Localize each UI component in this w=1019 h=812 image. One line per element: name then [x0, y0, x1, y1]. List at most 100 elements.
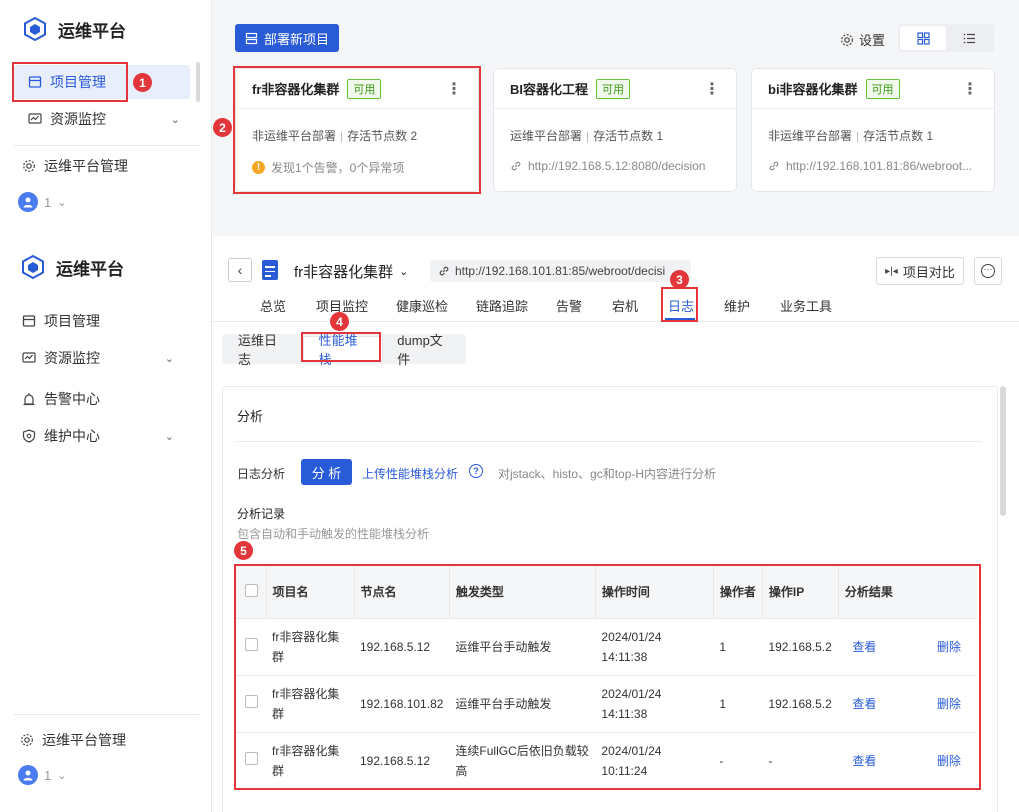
sidebar-item-projects[interactable]: 项目管理 — [8, 304, 184, 338]
tab-alerts[interactable]: 告警 — [556, 296, 582, 315]
project-switcher[interactable]: fr非容器化集群 ⌄ — [294, 261, 408, 282]
view-link[interactable]: 查看 — [852, 754, 876, 768]
cell-project: fr非容器化集群 — [266, 731, 354, 789]
node-count: 存活节点数 1 — [593, 129, 664, 143]
help-icon[interactable]: ? — [469, 464, 483, 478]
cell-operator: 1 — [713, 674, 763, 732]
shield-icon — [22, 429, 36, 443]
cube-logo-icon — [22, 254, 44, 280]
cell-time: 2024/01/24 14:11:38 — [595, 617, 714, 675]
upload-link[interactable]: 上传性能堆栈分析 — [362, 465, 458, 482]
delete-link[interactable]: 删除 — [937, 697, 961, 711]
chevron-down-icon: ⌄ — [399, 266, 409, 278]
sidebar-item-alert-center[interactable]: 告警中心 — [8, 382, 184, 416]
warning-icon: ! — [252, 161, 265, 174]
annotation-badge: 4 — [330, 312, 349, 331]
annotation-badge: 1 — [133, 73, 152, 92]
divider — [14, 145, 199, 146]
tab-health-check[interactable]: 健康巡检 — [396, 296, 448, 315]
card-title: bi非容器化集群 — [768, 82, 858, 97]
row-checkbox[interactable] — [245, 637, 258, 651]
sidebar-item-resource-monitor[interactable]: 资源监控 ⌄ — [8, 341, 184, 375]
section-title: 分析 — [237, 409, 264, 424]
more-icon[interactable]: ⋮ — [962, 79, 978, 99]
select-all-checkbox[interactable] — [245, 583, 258, 597]
sidebar-item-label: 维护中心 — [44, 428, 100, 444]
more-icon[interactable]: ⋮ — [704, 79, 720, 99]
back-button[interactable]: ‹ — [228, 258, 252, 282]
row-checkbox[interactable] — [245, 751, 258, 765]
records-table: 项目名 节点名 触发类型 操作时间 操作者 操作IP 分析结果 fr非容器化集群… — [236, 566, 977, 789]
delete-link[interactable]: 删除 — [937, 640, 961, 654]
node-count: 存活节点数 2 — [347, 129, 418, 143]
view-link[interactable]: 查看 — [852, 697, 876, 711]
gear-icon — [22, 159, 36, 173]
deploy-project-button[interactable]: 部署新项目 — [235, 24, 339, 52]
subtab-ops-log[interactable]: 运维日志 — [222, 333, 303, 367]
col-trigger: 触发类型 — [449, 566, 596, 618]
chevron-down-icon: ⌄ — [164, 430, 174, 443]
list-icon — [28, 75, 42, 89]
more-icon: ··· — [981, 264, 995, 278]
sidebar-item-maintenance-center[interactable]: 维护中心 ⌄ — [8, 419, 184, 453]
annotation-badge: 2 — [213, 118, 232, 137]
list-view-button[interactable] — [946, 26, 992, 50]
sidebar-item-label: 资源监控 — [44, 350, 100, 366]
project-card[interactable]: BI容器化工程 可用 ⋮ 运维平台部署 | 存活节点数 1 http://192.168… — [493, 68, 737, 192]
annotation-badge: 3 — [670, 270, 689, 289]
alert-summary: 发现1个告警，0个异常项 — [271, 161, 405, 175]
user-menu[interactable]: 1 ⌄ — [18, 192, 66, 212]
tab-logs[interactable]: 日志 — [668, 296, 694, 315]
cell-operator: 1 — [713, 617, 763, 675]
card-title: fr非容器化集群 — [252, 82, 340, 97]
subtab-dump-files[interactable]: dump文件 — [383, 333, 466, 367]
more-icon[interactable]: ⋮ — [446, 79, 462, 99]
tab-maintenance[interactable]: 维护 — [724, 296, 750, 315]
active-tab-indicator — [665, 318, 695, 320]
gear-icon — [20, 733, 34, 747]
tab-downtime[interactable]: 宕机 — [612, 296, 638, 315]
project-card[interactable]: fr非容器化集群 可用 ⋮ 非运维平台部署 | 存活节点数 2 ! 发现1个告警，0个异常… — [235, 68, 479, 192]
sidebar-item-platform-admin[interactable]: 运维平台管理 — [8, 149, 184, 183]
cell-node: 192.168.101.82 — [354, 674, 450, 732]
more-button[interactable]: ··· — [974, 257, 1002, 285]
sidebar-item-platform-admin[interactable]: 运维平台管理 — [6, 723, 182, 757]
cell-ip: - — [762, 731, 839, 789]
tab-overview[interactable]: 总览 — [260, 296, 286, 315]
delete-link[interactable]: 删除 — [937, 754, 961, 768]
view-link[interactable]: 查看 — [852, 640, 876, 654]
analyze-label: 分 析 — [311, 465, 342, 481]
project-card[interactable]: bi非容器化集群 可用 ⋮ 非运维平台部署 | 存活节点数 1 http://192.1… — [751, 68, 995, 192]
status-badge: 可用 — [865, 78, 900, 99]
cell-clock: 14:11:38 — [601, 649, 648, 664]
tab-trace[interactable]: 链路追踪 — [476, 296, 528, 315]
row-checkbox[interactable] — [245, 694, 258, 708]
sidebar-scrollbar[interactable] — [196, 62, 200, 102]
sidebar-item-label: 运维平台管理 — [44, 158, 128, 174]
cell-project: fr非容器化集群 — [266, 674, 354, 732]
sidebar-item-resource-monitor[interactable]: 资源监控 ⌄ — [14, 102, 190, 136]
user-name: 1 — [44, 194, 52, 210]
project-url[interactable]: http://192.168.5.12:8080/decision — [528, 159, 705, 173]
cell-project: fr非容器化集群 — [266, 617, 354, 675]
user-menu[interactable]: 1 ⌄ — [18, 765, 66, 785]
project-url[interactable]: http://192.168.101.81:85/webroot/decisi — [430, 260, 691, 282]
gear-icon — [841, 33, 853, 46]
content-scrollbar[interactable] — [1000, 386, 1006, 516]
sidebar-item-projects[interactable]: 项目管理 — [14, 65, 190, 99]
sidebar-item-label: 告警中心 — [44, 391, 100, 407]
analyze-button[interactable]: 分 析 — [301, 459, 352, 485]
compare-button[interactable]: ▸|◂ 项目对比 — [876, 257, 964, 285]
app-logo: 运维平台 — [22, 16, 126, 42]
col-time: 操作时间 — [595, 566, 714, 618]
divider — [237, 441, 982, 442]
link-icon — [511, 161, 521, 171]
card-title: BI容器化工程 — [510, 82, 589, 97]
settings-button[interactable]: 设置 — [840, 30, 885, 49]
project-url[interactable]: http://192.168.101.81:86/webroot... — [786, 159, 972, 173]
subtab-perf-stack[interactable]: 性能堆栈 — [302, 333, 384, 367]
grid-view-button[interactable] — [900, 26, 946, 50]
cell-clock: 10:11:24 — [601, 763, 648, 778]
monitor-icon — [22, 351, 36, 365]
tab-business-tools[interactable]: 业务工具 — [780, 296, 832, 315]
